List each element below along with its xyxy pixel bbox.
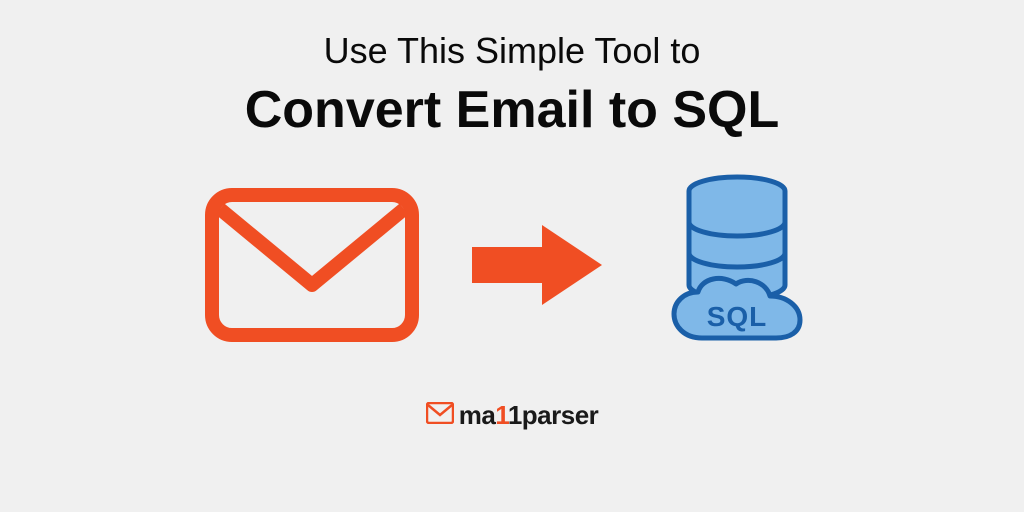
mailparser-logo-icon: [426, 402, 454, 429]
brand-logo: ma11parser: [426, 400, 599, 431]
svg-text:SQL: SQL: [707, 301, 768, 332]
subtitle-text: Use This Simple Tool to: [324, 30, 701, 72]
envelope-icon: [202, 185, 422, 350]
sql-database-cloud-icon: SQL: [652, 170, 822, 365]
icons-row: SQL: [202, 170, 822, 365]
arrow-right-icon: [472, 225, 602, 310]
brand-logo-text: ma11parser: [459, 400, 599, 431]
title-text: Convert Email to SQL: [245, 80, 780, 140]
